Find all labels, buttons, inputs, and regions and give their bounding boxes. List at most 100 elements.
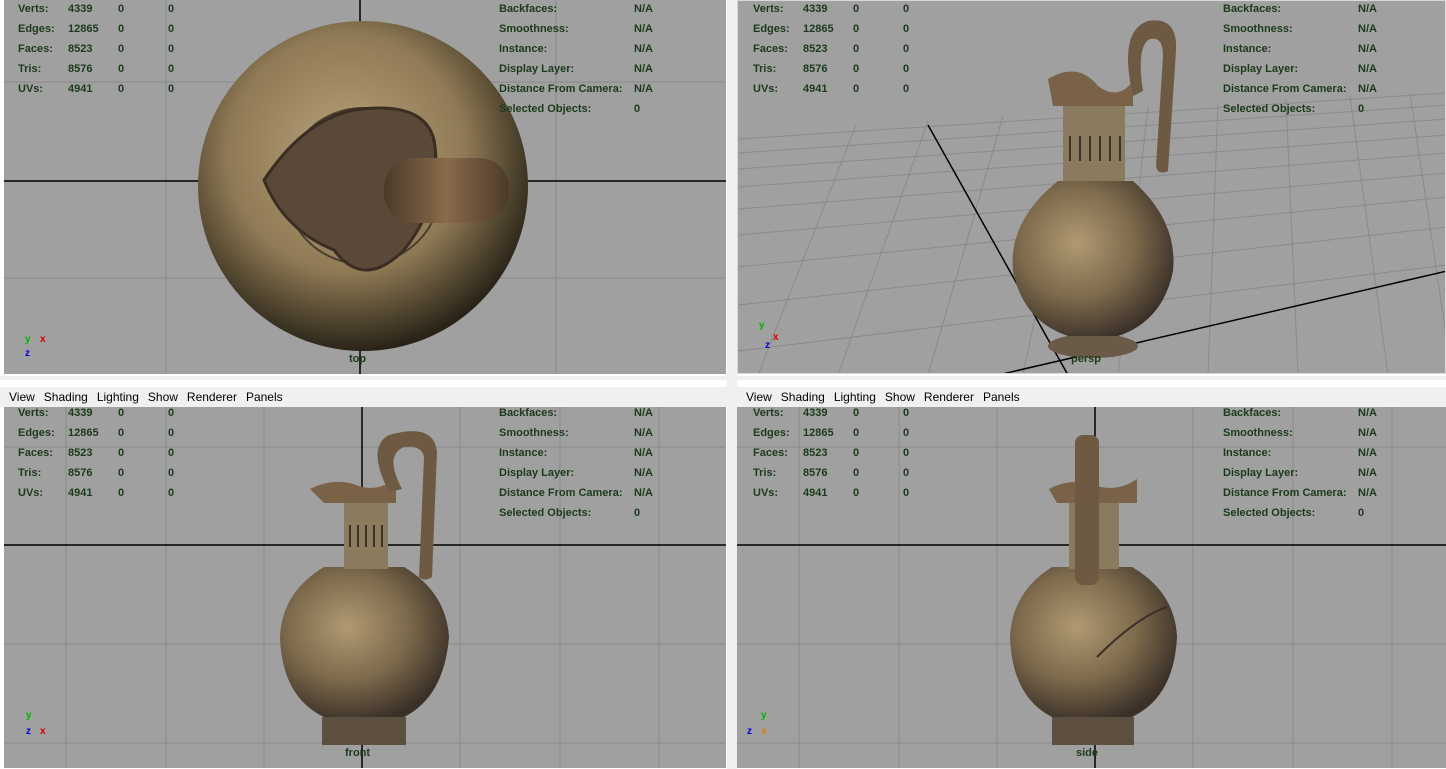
hud-label: Faces:	[753, 43, 788, 55]
hud-label: Verts:	[753, 3, 784, 15]
hud-value: 0	[903, 43, 910, 55]
hud-label: Verts:	[18, 407, 49, 419]
hud-label: Faces:	[18, 447, 53, 459]
hud-value: 0	[118, 83, 125, 95]
hud-value: 12865	[803, 23, 834, 35]
menu-panels[interactable]: Panels	[983, 390, 1020, 404]
hud-value: N/A	[634, 83, 653, 95]
camera-name-top: top	[349, 353, 367, 365]
hud-value: 8523	[68, 43, 93, 55]
hud-label: Verts:	[18, 3, 49, 15]
hud-value: N/A	[1358, 407, 1377, 419]
hud-value: N/A	[1358, 43, 1377, 55]
hud-value: 0	[168, 83, 175, 95]
menu-panels[interactable]: Panels	[246, 390, 283, 404]
hud-value: 0	[903, 3, 910, 15]
hud-value: 0	[853, 23, 860, 35]
hud-label: Selected Objects:	[1223, 103, 1316, 115]
hud-object-details-persp: Backfaces: Smoothness: Instance: Display…	[1223, 0, 1423, 119]
hud-label: Smoothness:	[499, 427, 569, 439]
hud-value: N/A	[1358, 83, 1377, 95]
hud-poly-count-side: Verts: Edges: Faces: Tris: UVs: 4339 0 0…	[753, 403, 953, 503]
hud-value: 0	[634, 103, 641, 115]
viewport-front[interactable]: View Shading Lighting Show Renderer Pane…	[0, 380, 727, 769]
hud-value: N/A	[1358, 23, 1377, 35]
hud-value: 0	[118, 3, 125, 15]
axis-label: z	[25, 348, 30, 359]
hud-value: N/A	[634, 487, 653, 499]
menu-shading[interactable]: Shading	[781, 390, 825, 404]
menu-view[interactable]: View	[746, 390, 772, 404]
hud-value: 0	[853, 3, 860, 15]
hud-label: Smoothness:	[1223, 427, 1293, 439]
hud-value: 0	[853, 447, 860, 459]
menu-lighting[interactable]: Lighting	[97, 390, 139, 404]
viewport-top[interactable]: Verts: Edges: Faces: Tris: UVs: 4339 0 0…	[0, 0, 727, 376]
hud-label: Faces:	[18, 43, 53, 55]
hud-label: Faces:	[753, 447, 788, 459]
hud-label: Instance:	[1223, 447, 1272, 459]
menu-shading[interactable]: Shading	[44, 390, 88, 404]
menu-show[interactable]: Show	[885, 390, 915, 404]
hud-value: 4941	[68, 487, 93, 499]
hud-value: 8576	[68, 467, 93, 479]
hud-poly-count-front: Verts: Edges: Faces: Tris: UVs: 4339 0 0…	[18, 403, 218, 503]
hud-label: UVs:	[18, 487, 44, 499]
menu-renderer[interactable]: Renderer	[187, 390, 237, 404]
hud-label: Backfaces:	[499, 3, 558, 15]
hud-value: 0	[118, 63, 125, 75]
jug-front-view	[280, 431, 449, 745]
hud-value: 0	[168, 427, 175, 439]
menu-view[interactable]: View	[9, 390, 35, 404]
axis-label: y	[25, 334, 31, 345]
hud-value: 0	[853, 467, 860, 479]
menu-renderer[interactable]: Renderer	[924, 390, 974, 404]
axis-label: x	[40, 726, 46, 737]
menu-lighting[interactable]: Lighting	[834, 390, 876, 404]
hud-label: Edges:	[753, 427, 790, 439]
hud-value: 0	[168, 467, 175, 479]
hud-value: 0	[853, 83, 860, 95]
hud-value: 0	[853, 43, 860, 55]
hud-label: Distance From Camera:	[1223, 487, 1347, 499]
hud-object-details-side: Backfaces: Smoothness: Instance: Display…	[1223, 403, 1423, 523]
hud-value: 0	[118, 407, 125, 419]
axis-gizmo-top: y x z	[25, 334, 55, 364]
hud-label: Selected Objects:	[1223, 507, 1316, 519]
hud-value: 8576	[803, 467, 828, 479]
menu-show[interactable]: Show	[148, 390, 178, 404]
axis-label: x	[761, 726, 767, 737]
panel-divider-vertical[interactable]	[727, 0, 737, 769]
hud-value: 4941	[803, 487, 828, 499]
hud-value: 0	[118, 487, 125, 499]
hud-value: 0	[903, 467, 910, 479]
hud-value: 8576	[68, 63, 93, 75]
axis-gizmo-side: y z x	[747, 710, 787, 740]
hud-label: Selected Objects:	[499, 507, 592, 519]
hud-label: Tris:	[753, 467, 777, 479]
axis-label: x	[773, 332, 779, 343]
hud-label: UVs:	[753, 83, 779, 95]
hud-label: Tris:	[753, 63, 777, 75]
camera-name-persp: persp	[1071, 353, 1101, 365]
axis-label: y	[759, 320, 765, 331]
viewport-persp[interactable]: Verts: Edges: Faces: Tris: UVs: 4339 0 0…	[737, 0, 1446, 376]
hud-value: 4339	[803, 3, 828, 15]
hud-value: 0	[168, 407, 175, 419]
hud-value: 0	[168, 487, 175, 499]
axis-label: y	[761, 710, 767, 721]
hud-label: UVs:	[753, 487, 779, 499]
hud-value: N/A	[634, 3, 653, 15]
hud-label: Smoothness:	[499, 23, 569, 35]
hud-value: N/A	[634, 63, 653, 75]
hud-label: Instance:	[499, 43, 548, 55]
hud-value: 8523	[803, 43, 828, 55]
hud-value: N/A	[1358, 447, 1377, 459]
axis-label: z	[26, 726, 31, 737]
viewport-side[interactable]: View Shading Lighting Show Renderer Pane…	[737, 380, 1446, 769]
hud-value: 0	[168, 23, 175, 35]
axis-gizmo-persp: y x z	[759, 320, 789, 351]
hud-value: 0	[903, 487, 910, 499]
hud-value: N/A	[1358, 487, 1377, 499]
hud-value: 4339	[68, 3, 93, 15]
